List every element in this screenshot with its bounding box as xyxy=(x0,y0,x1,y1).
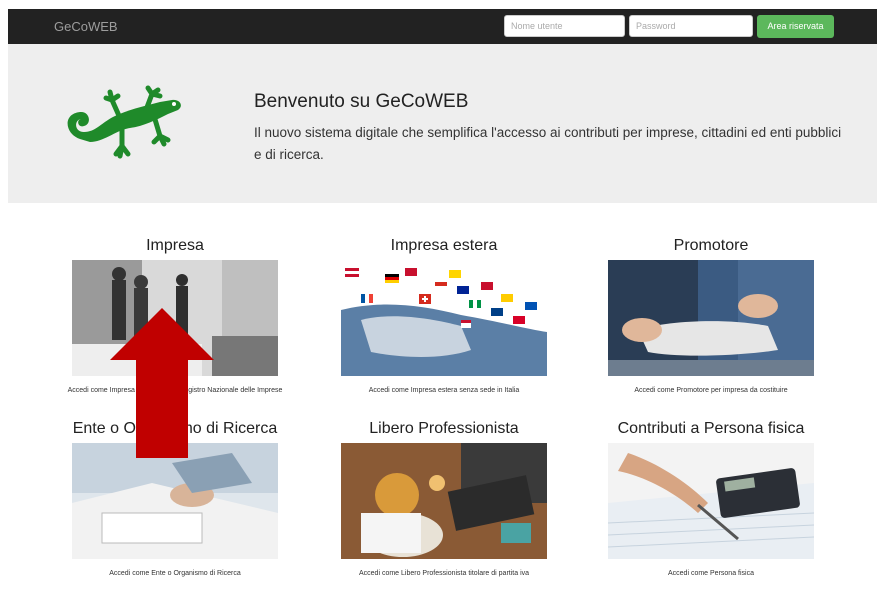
top-navbar: GeCoWEB Area riservata xyxy=(8,9,877,44)
gecko-logo-icon xyxy=(67,85,181,159)
card-caption: Accedi come Persona fisica xyxy=(668,570,754,577)
username-input[interactable] xyxy=(504,15,625,37)
card-promotore[interactable]: Promotore Accedi come Promotore per impr… xyxy=(591,235,831,394)
password-input[interactable] xyxy=(629,15,753,37)
card-image-promotore[interactable] xyxy=(608,260,814,376)
brand-link[interactable]: GeCoWEB xyxy=(54,19,118,34)
card-caption: Accedi come Impresa estera senza sede in… xyxy=(368,387,520,394)
login-button[interactable]: Area riservata xyxy=(757,15,834,38)
card-caption: Accedi come Libero Professionista titola… xyxy=(358,570,530,577)
card-title: Promotore xyxy=(673,237,749,254)
welcome-title: Benvenuto su GeCoWEB xyxy=(254,91,469,112)
card-title: Impresa estera xyxy=(390,237,498,254)
welcome-text: Il nuovo sistema digitale che semplifica… xyxy=(254,125,842,162)
card-caption: Accedi come Promotore per impresa da cos… xyxy=(634,387,788,394)
card-title: Contributi a Persona fisica xyxy=(617,420,805,437)
card-persona-fisica[interactable]: Contributi a Persona fisica Accedi come … xyxy=(591,418,831,577)
card-title: Libero Professionista xyxy=(369,420,519,437)
hero-section: Benvenuto su GeCoWEB Il nuovo sistema di… xyxy=(8,44,877,203)
card-impresa-estera[interactable]: Impresa estera Accedi come Impresa ester… xyxy=(324,235,564,394)
card-image-libero-professionista[interactable] xyxy=(341,443,547,559)
card-libero-professionista[interactable]: Libero Professionista Accedi come Libero… xyxy=(324,418,564,577)
arrow-up-icon xyxy=(110,308,214,458)
card-image-impresa-estera[interactable] xyxy=(341,260,547,376)
card-image-persona-fisica[interactable] xyxy=(608,443,814,559)
card-caption: Accedi come Ente o Organismo di Ricerca xyxy=(109,570,241,577)
card-title: Impresa xyxy=(146,237,204,254)
card-image-ente-ricerca[interactable] xyxy=(72,443,278,559)
